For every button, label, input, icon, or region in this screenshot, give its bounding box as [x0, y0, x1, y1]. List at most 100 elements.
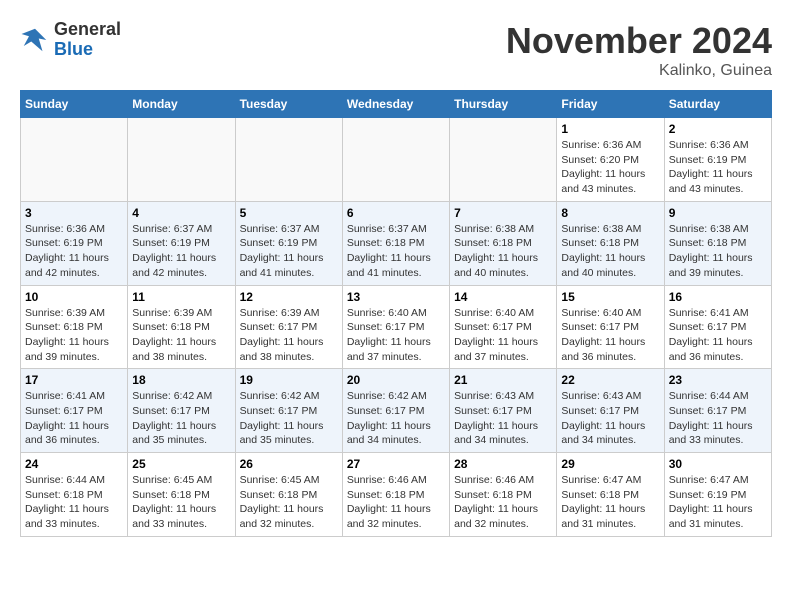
- calendar-day-cell: [21, 118, 128, 202]
- day-info: Sunrise: 6:46 AMSunset: 6:18 PMDaylight:…: [454, 473, 552, 532]
- day-number: 23: [669, 373, 767, 387]
- day-number: 7: [454, 206, 552, 220]
- day-info: Sunrise: 6:36 AMSunset: 6:19 PMDaylight:…: [25, 222, 123, 281]
- weekday-header: Thursday: [450, 91, 557, 118]
- day-number: 28: [454, 457, 552, 471]
- calendar-day-cell: 1 Sunrise: 6:36 AMSunset: 6:20 PMDaylight…: [557, 118, 664, 202]
- day-number: 20: [347, 373, 445, 387]
- weekday-header: Saturday: [664, 91, 771, 118]
- day-number: 27: [347, 457, 445, 471]
- location: Kalinko, Guinea: [506, 62, 772, 80]
- calendar-day-cell: [235, 118, 342, 202]
- day-info: Sunrise: 6:42 AMSunset: 6:17 PMDaylight:…: [347, 389, 445, 448]
- day-info: Sunrise: 6:38 AMSunset: 6:18 PMDaylight:…: [454, 222, 552, 281]
- day-info: Sunrise: 6:42 AMSunset: 6:17 PMDaylight:…: [240, 389, 338, 448]
- day-number: 2: [669, 122, 767, 136]
- calendar-day-cell: 13Sunrise: 6:40 AMSunset: 6:17 PMDayligh…: [342, 285, 449, 369]
- calendar-day-cell: 29Sunrise: 6:47 AMSunset: 6:18 PMDayligh…: [557, 453, 664, 537]
- calendar-day-cell: [342, 118, 449, 202]
- day-info: Sunrise: 6:36 AMSunset: 6:19 PMDaylight:…: [669, 138, 767, 197]
- calendar-day-cell: 18 Sunrise: 6:42 AMSunset: 6:17 PMDayligh…: [128, 369, 235, 453]
- calendar-day-cell: 28 Sunrise: 6:46 AMSunset: 6:18 PMDayligh…: [450, 453, 557, 537]
- day-info: Sunrise: 6:45 AMSunset: 6:18 PMDaylight:…: [240, 473, 338, 532]
- day-info: Sunrise: 6:37 AMSunset: 6:19 PMDaylight:…: [240, 222, 338, 281]
- calendar-table: SundayMondayTuesdayWednesdayThursdayFrid…: [20, 90, 772, 537]
- calendar-day-cell: 19 Sunrise: 6:42 AMSunset: 6:17 PMDayligh…: [235, 369, 342, 453]
- day-number: 1: [561, 122, 659, 136]
- logo-general: General: [54, 20, 121, 40]
- day-info: Sunrise: 6:37 AMSunset: 6:19 PMDaylight:…: [132, 222, 230, 281]
- day-number: 18: [132, 373, 230, 387]
- calendar-day-cell: [128, 118, 235, 202]
- day-number: 21: [454, 373, 552, 387]
- day-info: Sunrise: 6:38 AMSunset: 6:18 PMDaylight:…: [561, 222, 659, 281]
- calendar-day-cell: 20 Sunrise: 6:42 AMSunset: 6:17 PMDayligh…: [342, 369, 449, 453]
- day-number: 22: [561, 373, 659, 387]
- day-info: Sunrise: 6:46 AMSunset: 6:18 PMDaylight:…: [347, 473, 445, 532]
- day-info: Sunrise: 6:44 AMSunset: 6:17 PMDaylight:…: [669, 389, 767, 448]
- calendar-day-cell: 14Sunrise: 6:40 AMSunset: 6:17 PMDayligh…: [450, 285, 557, 369]
- title-block: November 2024 Kalinko, Guinea: [506, 20, 772, 80]
- day-number: 16: [669, 290, 767, 304]
- day-number: 6: [347, 206, 445, 220]
- calendar-week-row: 3 Sunrise: 6:36 AMSunset: 6:19 PMDaylight…: [21, 201, 772, 285]
- day-info: Sunrise: 6:47 AMSunset: 6:19 PMDaylight:…: [669, 473, 767, 532]
- weekday-header: Monday: [128, 91, 235, 118]
- calendar-day-cell: 5 Sunrise: 6:37 AMSunset: 6:19 PMDaylight…: [235, 201, 342, 285]
- day-number: 4: [132, 206, 230, 220]
- logo-icon: [20, 25, 50, 55]
- day-number: 29: [561, 457, 659, 471]
- calendar-day-cell: 9Sunrise: 6:38 AMSunset: 6:18 PMDaylight…: [664, 201, 771, 285]
- calendar-week-row: 24Sunrise: 6:44 AMSunset: 6:18 PMDayligh…: [21, 453, 772, 537]
- day-number: 14: [454, 290, 552, 304]
- calendar-day-cell: 30 Sunrise: 6:47 AMSunset: 6:19 PMDayligh…: [664, 453, 771, 537]
- day-number: 17: [25, 373, 123, 387]
- calendar-day-cell: 24Sunrise: 6:44 AMSunset: 6:18 PMDayligh…: [21, 453, 128, 537]
- calendar-day-cell: 11 Sunrise: 6:39 AMSunset: 6:18 PMDayligh…: [128, 285, 235, 369]
- calendar-day-cell: 21 Sunrise: 6:43 AMSunset: 6:17 PMDayligh…: [450, 369, 557, 453]
- calendar-day-cell: 2 Sunrise: 6:36 AMSunset: 6:19 PMDaylight…: [664, 118, 771, 202]
- calendar-day-cell: 8 Sunrise: 6:38 AMSunset: 6:18 PMDaylight…: [557, 201, 664, 285]
- calendar-day-cell: 16Sunrise: 6:41 AMSunset: 6:17 PMDayligh…: [664, 285, 771, 369]
- day-number: 15: [561, 290, 659, 304]
- day-info: Sunrise: 6:42 AMSunset: 6:17 PMDaylight:…: [132, 389, 230, 448]
- calendar-day-cell: 10 Sunrise: 6:39 AMSunset: 6:18 PMDayligh…: [21, 285, 128, 369]
- weekday-header: Sunday: [21, 91, 128, 118]
- calendar-day-cell: 12Sunrise: 6:39 AMSunset: 6:17 PMDayligh…: [235, 285, 342, 369]
- logo-text: General Blue: [54, 20, 121, 60]
- day-info: Sunrise: 6:40 AMSunset: 6:17 PMDaylight:…: [561, 306, 659, 365]
- day-number: 5: [240, 206, 338, 220]
- calendar-day-cell: 25Sunrise: 6:45 AMSunset: 6:18 PMDayligh…: [128, 453, 235, 537]
- day-info: Sunrise: 6:37 AMSunset: 6:18 PMDaylight:…: [347, 222, 445, 281]
- day-info: Sunrise: 6:43 AMSunset: 6:17 PMDaylight:…: [561, 389, 659, 448]
- weekday-header: Tuesday: [235, 91, 342, 118]
- day-info: Sunrise: 6:36 AMSunset: 6:20 PMDaylight:…: [561, 138, 659, 197]
- day-info: Sunrise: 6:39 AMSunset: 6:18 PMDaylight:…: [132, 306, 230, 365]
- calendar-week-row: 10 Sunrise: 6:39 AMSunset: 6:18 PMDayligh…: [21, 285, 772, 369]
- calendar-day-cell: 4 Sunrise: 6:37 AMSunset: 6:19 PMDaylight…: [128, 201, 235, 285]
- day-info: Sunrise: 6:43 AMSunset: 6:17 PMDaylight:…: [454, 389, 552, 448]
- day-number: 9: [669, 206, 767, 220]
- calendar-day-cell: 7 Sunrise: 6:38 AMSunset: 6:18 PMDaylight…: [450, 201, 557, 285]
- day-info: Sunrise: 6:39 AMSunset: 6:17 PMDaylight:…: [240, 306, 338, 365]
- day-number: 30: [669, 457, 767, 471]
- day-number: 24: [25, 457, 123, 471]
- logo: General Blue: [20, 20, 121, 60]
- calendar-day-cell: 22 Sunrise: 6:43 AMSunset: 6:17 PMDayligh…: [557, 369, 664, 453]
- calendar-day-cell: 17Sunrise: 6:41 AMSunset: 6:17 PMDayligh…: [21, 369, 128, 453]
- day-number: 3: [25, 206, 123, 220]
- logo-blue: Blue: [54, 40, 121, 60]
- day-number: 19: [240, 373, 338, 387]
- day-number: 25: [132, 457, 230, 471]
- calendar-week-row: 17Sunrise: 6:41 AMSunset: 6:17 PMDayligh…: [21, 369, 772, 453]
- month-title: November 2024: [506, 20, 772, 62]
- calendar-day-cell: [450, 118, 557, 202]
- day-info: Sunrise: 6:39 AMSunset: 6:18 PMDaylight:…: [25, 306, 123, 365]
- day-number: 8: [561, 206, 659, 220]
- page-header: General Blue November 2024 Kalinko, Guin…: [20, 20, 772, 80]
- day-number: 10: [25, 290, 123, 304]
- weekday-header: Wednesday: [342, 91, 449, 118]
- day-number: 11: [132, 290, 230, 304]
- day-number: 26: [240, 457, 338, 471]
- calendar-header-row: SundayMondayTuesdayWednesdayThursdayFrid…: [21, 91, 772, 118]
